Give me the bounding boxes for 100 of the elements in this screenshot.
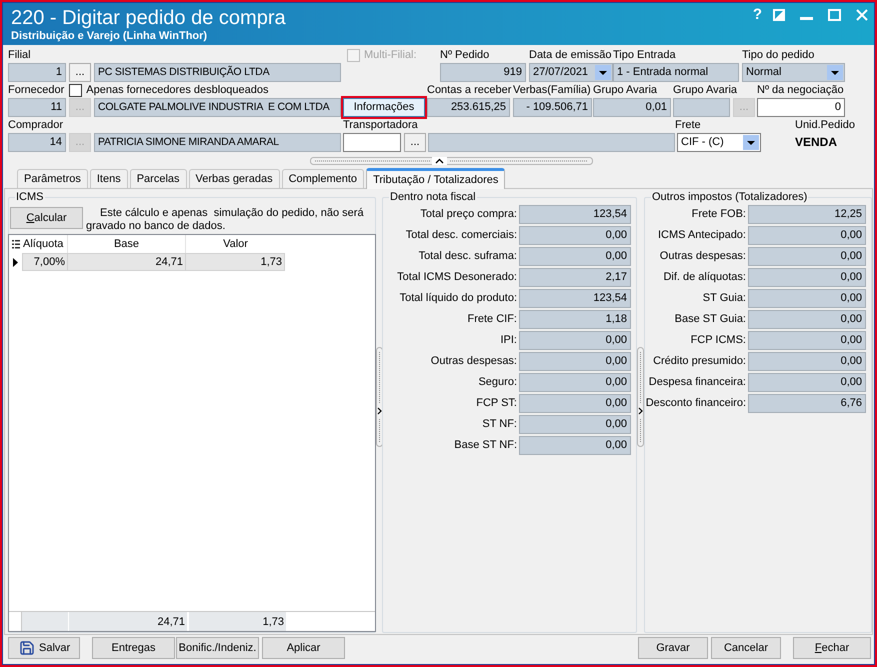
- field-label: Unid.Pedido: [795, 119, 855, 132]
- field-label: Comprador: [8, 119, 64, 132]
- field-label: Base ST NF:: [454, 438, 517, 454]
- value-field[interactable]: 0,00: [519, 394, 631, 413]
- maximize-icon[interactable]: [828, 9, 841, 21]
- lookup-button[interactable]: ...: [69, 63, 91, 82]
- value-field[interactable]: 0,00: [748, 310, 866, 329]
- field-label: Frete FOB:: [692, 207, 746, 222]
- button[interactable]: Fechar: [793, 637, 871, 659]
- value-field[interactable]: 1,18: [519, 310, 631, 329]
- checkbox[interactable]: Apenas fornecedores desbloqueados: [69, 84, 269, 97]
- button[interactable]: Gravar: [638, 637, 708, 659]
- value-field[interactable]: 0,00: [519, 352, 631, 371]
- close-icon[interactable]: [856, 9, 868, 21]
- unit-value: VENDA: [795, 134, 838, 151]
- contrast-icon[interactable]: [773, 9, 785, 21]
- field-label: Tipo do pedido: [742, 49, 814, 62]
- text-field[interactable]: 1 - Entrada normal: [613, 63, 739, 82]
- column-header[interactable]: Valor: [186, 235, 285, 253]
- field-label: Frete: [675, 119, 701, 132]
- field-label: Verbas(Família): [513, 84, 591, 97]
- name-field[interactable]: PATRICIA SIMONE MIRANDA AMARAL: [94, 133, 341, 152]
- tab[interactable]: Parâmetros: [17, 169, 88, 188]
- dropdown[interactable]: 27/07/2021: [529, 63, 613, 82]
- table-cell: 1,73: [186, 253, 285, 271]
- field-label: Contas a receber: [427, 84, 512, 97]
- value-field[interactable]: 0,00: [519, 373, 631, 392]
- value-field[interactable]: 0,00: [519, 436, 631, 455]
- value-field[interactable]: 0,00: [748, 331, 866, 350]
- dropdown[interactable]: Normal: [742, 63, 845, 82]
- field-label: Despesa financeira:: [648, 375, 746, 390]
- value-field[interactable]: 0,00: [519, 247, 631, 266]
- value-field[interactable]: 0,00: [519, 226, 631, 245]
- field-label: Transportadora: [343, 119, 418, 132]
- splitter-handle[interactable]: [637, 347, 644, 447]
- lookup-button[interactable]: ...: [404, 133, 426, 152]
- total-cell: 1,73: [189, 612, 286, 631]
- total-cell: 24,71: [69, 612, 187, 631]
- button[interactable]: Entregas: [92, 637, 175, 659]
- name-field[interactable]: [428, 133, 675, 152]
- field-label: ST Guia:: [702, 291, 746, 306]
- value-field[interactable]: 0,00: [748, 352, 866, 371]
- value-field[interactable]: 6,76: [748, 394, 866, 413]
- dropdown[interactable]: CIF - (C): [677, 133, 761, 152]
- button[interactable]: Cancelar: [711, 637, 781, 659]
- value-field[interactable]: 123,54: [519, 289, 631, 308]
- field-label: Fornecedor: [8, 84, 64, 97]
- note-text: Este cálculo e apenas simulação do pedido, não será gravado no banco de dados.: [86, 207, 365, 233]
- save-button[interactable]: Salvar: [8, 637, 80, 659]
- info-button[interactable]: Informações: [341, 96, 427, 119]
- field-label: Crédito presumido:: [653, 354, 746, 370]
- table-cell: 7,00%: [22, 253, 68, 271]
- field-label: Outras despesas:: [660, 249, 746, 264]
- button[interactable]: Aplicar: [262, 637, 345, 659]
- value-field[interactable]: 0,00: [748, 268, 866, 287]
- field-label: Seguro:: [478, 375, 517, 390]
- text-field[interactable]: 0,01: [593, 98, 671, 117]
- field-label: Total preço compra:: [420, 207, 517, 222]
- text-field[interactable]: 919: [440, 63, 526, 82]
- field-label: FCP ICMS:: [690, 333, 746, 348]
- field-label: Frete CIF:: [467, 312, 517, 328]
- code-field[interactable]: 14: [8, 133, 66, 152]
- tab[interactable]: Verbas geradas: [188, 169, 280, 188]
- field-label: Grupo Avaria: [673, 84, 738, 97]
- text-field[interactable]: [343, 133, 401, 152]
- value-field[interactable]: 0,00: [748, 247, 866, 266]
- value-field[interactable]: 0,00: [748, 226, 866, 245]
- window-subtitle: Distribuição e Varejo (Linha WinThor): [11, 30, 208, 43]
- button[interactable]: Bonific./Indeniz.: [176, 637, 259, 659]
- text-field[interactable]: [673, 98, 730, 117]
- tab[interactable]: Itens: [90, 169, 128, 188]
- code-field[interactable]: 1: [8, 63, 66, 82]
- value-field[interactable]: 123,54: [519, 205, 631, 224]
- button[interactable]: Calcular: [10, 207, 83, 229]
- name-field[interactable]: PC SISTEMAS DISTRIBUIÇÃO LTDA: [94, 63, 341, 82]
- text-field[interactable]: - 109.506,71: [513, 98, 592, 117]
- minimize-icon[interactable]: [800, 16, 813, 20]
- field-label: Total desc. suframa:: [418, 249, 517, 264]
- field-label: Base ST Guia:: [674, 312, 746, 328]
- value-field[interactable]: 2,17: [519, 268, 631, 287]
- tab[interactable]: Complemento: [282, 169, 364, 188]
- name-field[interactable]: COLGATE PALMOLIVE INDUSTRIA E COM LTDA: [94, 98, 341, 117]
- field-label: Nº da negociação: [757, 84, 844, 97]
- group-title: ICMS: [15, 191, 44, 204]
- splitter-handle[interactable]: [376, 347, 382, 447]
- code-field[interactable]: 11: [8, 98, 66, 117]
- value-field[interactable]: 0,00: [519, 415, 631, 434]
- text-field[interactable]: 253.615,25: [427, 98, 510, 117]
- tab[interactable]: Parcelas: [130, 169, 187, 188]
- field-label: FCP ST:: [476, 396, 517, 412]
- splitter-handle[interactable]: [310, 157, 593, 166]
- field-label: Total desc. comerciais:: [406, 228, 517, 244]
- table-cell: 24,71: [68, 253, 186, 271]
- text-field[interactable]: 0: [757, 98, 845, 117]
- value-field[interactable]: 0,00: [748, 373, 866, 392]
- tab[interactable]: Tributação / Totalizadores: [366, 168, 506, 189]
- value-field[interactable]: 0,00: [519, 331, 631, 350]
- value-field[interactable]: 12,25: [748, 205, 866, 224]
- field-label: ST NF:: [482, 417, 517, 432]
- value-field[interactable]: 0,00: [748, 289, 866, 308]
